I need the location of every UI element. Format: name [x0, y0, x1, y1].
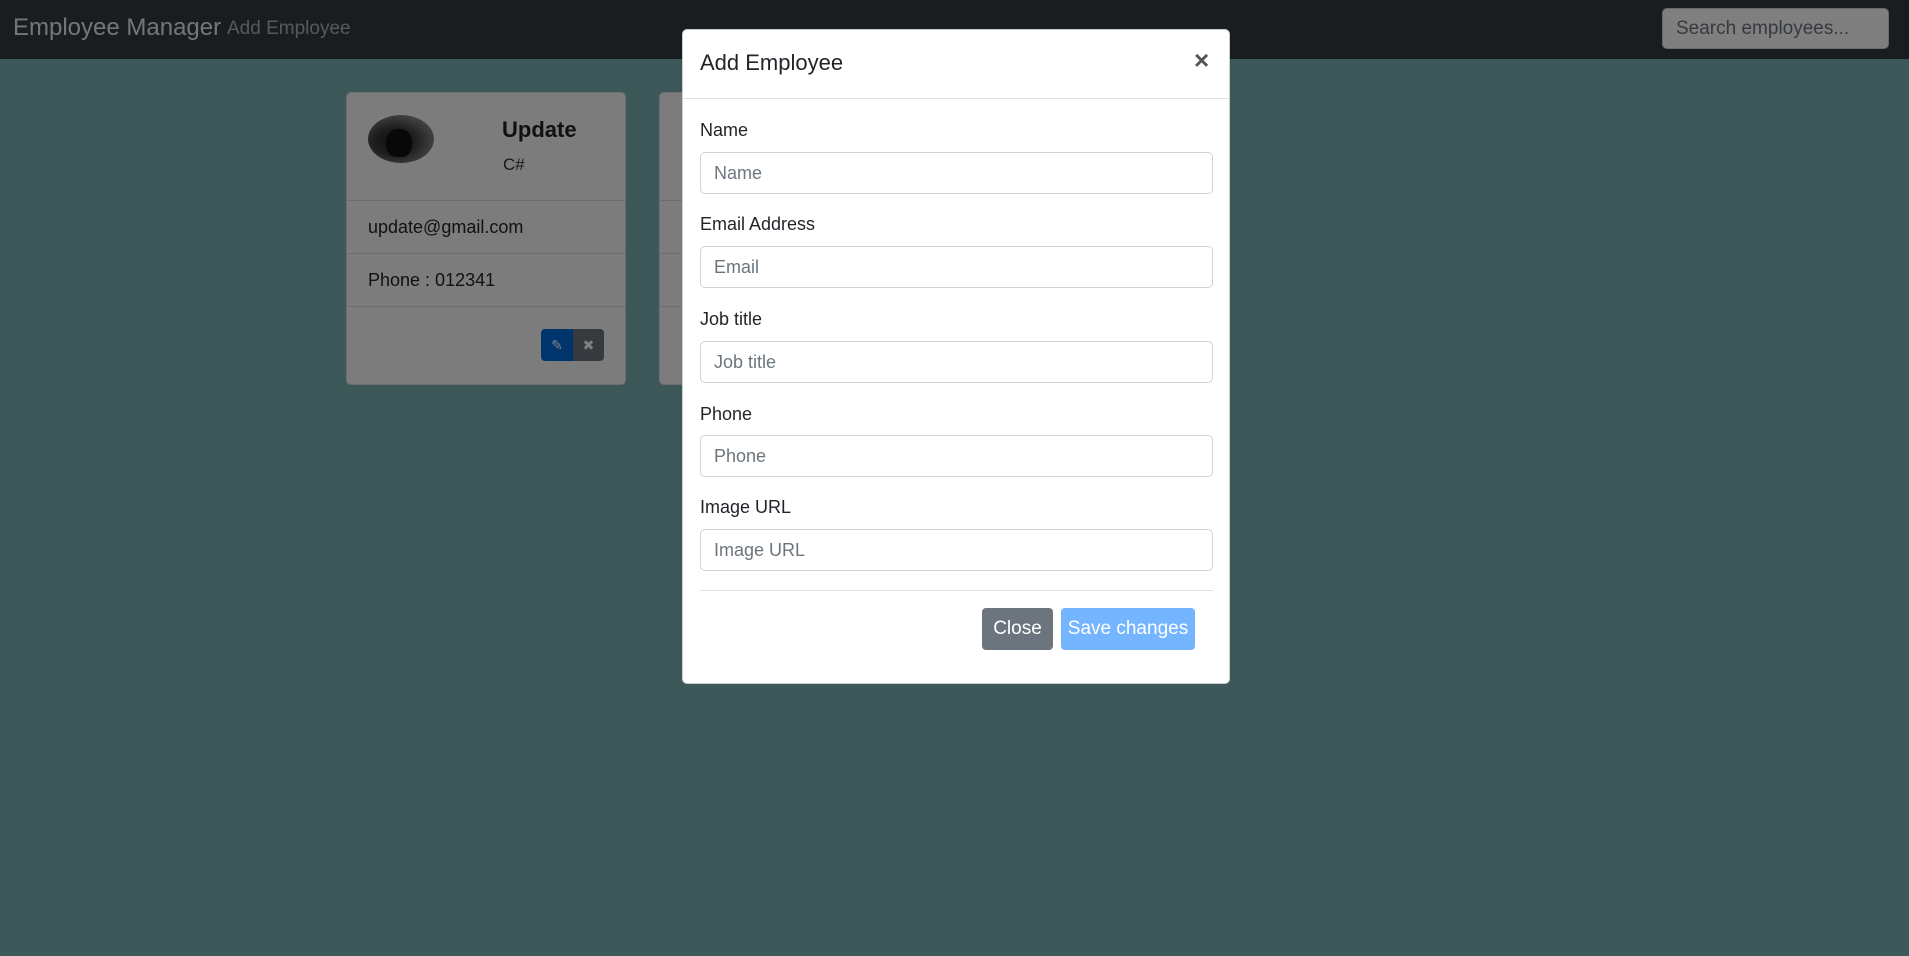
- image-url-field[interactable]: [700, 529, 1213, 571]
- phone-label: Phone: [700, 404, 753, 424]
- modal-title: Add Employee: [700, 50, 844, 75]
- job-title-field[interactable]: [700, 341, 1213, 383]
- name-field[interactable]: [700, 152, 1213, 194]
- name-label: Name: [700, 120, 749, 140]
- add-employee-modal: Add Employee × Name Email Address Job ti…: [682, 29, 1230, 684]
- modal-header: Add Employee ×: [683, 30, 1229, 99]
- close-button[interactable]: Close: [982, 608, 1053, 650]
- email-field[interactable]: [700, 246, 1213, 288]
- close-icon[interactable]: ×: [1194, 47, 1209, 73]
- image-url-label: Image URL: [700, 497, 792, 517]
- job-title-label: Job title: [700, 309, 763, 329]
- form-divider: [700, 590, 1213, 591]
- phone-field[interactable]: [700, 435, 1213, 477]
- save-changes-button[interactable]: Save changes: [1061, 608, 1195, 650]
- email-label: Email Address: [700, 214, 816, 234]
